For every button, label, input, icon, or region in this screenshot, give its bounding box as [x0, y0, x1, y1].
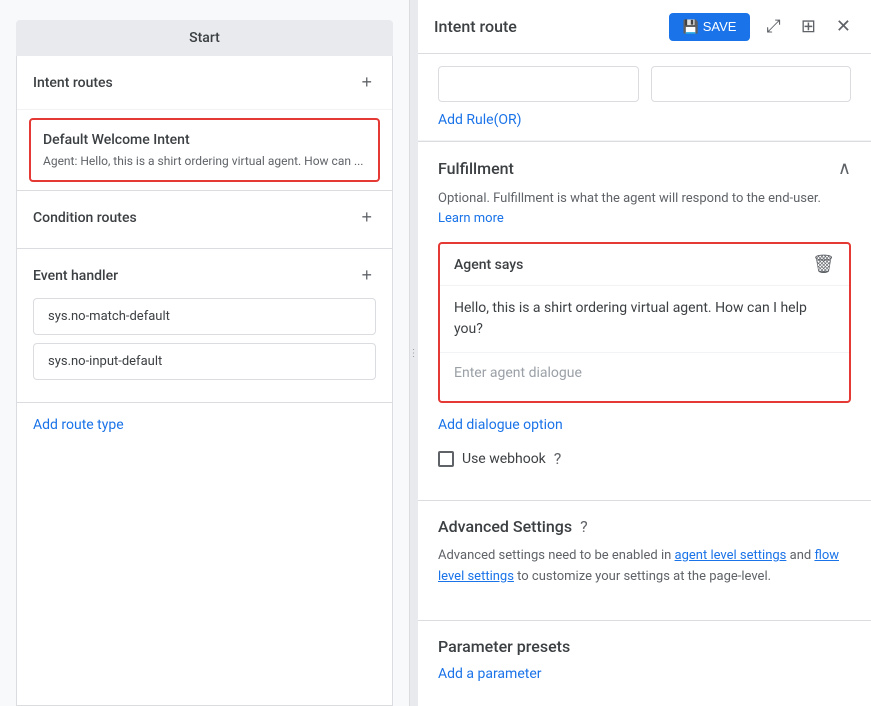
event-item-no-match[interactable]: sys.no-match-default — [33, 298, 376, 335]
close-icon: ✕ — [836, 16, 851, 36]
start-header: Start — [16, 20, 393, 56]
event-handler-header: Event handler + — [33, 263, 376, 288]
use-webhook-checkbox[interactable] — [438, 451, 454, 467]
add-parameter-link[interactable]: Add a parameter — [438, 666, 542, 682]
advanced-title-row: Advanced Settings ? — [438, 517, 851, 536]
fulfillment-collapse-button[interactable]: ∧ — [838, 158, 851, 179]
advanced-settings-help-icon[interactable]: ? — [580, 517, 588, 536]
intent-routes-title: Intent routes — [33, 75, 113, 91]
default-welcome-intent-card[interactable]: Default Welcome Intent Agent: Hello, thi… — [29, 118, 380, 182]
advanced-settings-title: Advanced Settings — [438, 517, 572, 536]
expand-icon: ⤢ — [766, 16, 780, 36]
advanced-desc-and: and — [790, 548, 815, 563]
webhook-label: Use webhook — [462, 451, 546, 467]
split-icon-button[interactable]: ⊞ — [797, 12, 820, 41]
advanced-desc-text: Advanced settings need to be enabled in — [438, 548, 675, 563]
event-handler-title: Event handler — [33, 268, 118, 284]
intent-routes-header: Intent routes + — [17, 56, 392, 110]
split-icon: ⊞ — [801, 16, 816, 36]
agent-says-title: Agent says — [454, 257, 523, 273]
add-condition-route-button[interactable]: + — [357, 205, 376, 230]
add-route-type-link[interactable]: Add route type — [17, 402, 392, 447]
fulfillment-title: Fulfillment — [438, 159, 514, 178]
condition-routes-header: Condition routes + — [33, 205, 376, 230]
rule-input-2[interactable] — [651, 66, 852, 102]
parameter-presets-title: Parameter presets — [438, 637, 851, 656]
agent-says-header: Agent says 🗑 — [440, 244, 849, 286]
advanced-settings-description: Advanced settings need to be enabled in … — [438, 546, 851, 588]
agent-level-settings-link[interactable]: agent level settings — [675, 548, 787, 563]
agent-message: Hello, this is a shirt ordering virtual … — [440, 286, 849, 353]
fulfillment-section: Fulfillment ∧ Optional. Fulfillment is w… — [418, 141, 871, 500]
close-button[interactable]: ✕ — [832, 12, 855, 41]
save-label: SAVE — [703, 19, 737, 34]
fulfillment-title-row: Fulfillment ∧ — [438, 158, 851, 179]
delete-icon[interactable]: 🗑 — [812, 254, 835, 275]
condition-routes-title: Condition routes — [33, 210, 137, 226]
right-panel: Intent route 💾 SAVE ⤢ ⊞ ✕ Add Rule(OR) F… — [418, 0, 871, 706]
left-content: Intent routes + Default Welcome Intent A… — [16, 56, 393, 706]
event-handler-section: Event handler + sys.no-match-default sys… — [17, 248, 392, 402]
save-icon: 💾 — [683, 19, 699, 35]
right-header: Intent route 💾 SAVE ⤢ ⊞ ✕ — [418, 0, 871, 54]
parameter-presets-section: Parameter presets Add a parameter — [418, 620, 871, 698]
expand-icon-button[interactable]: ⤢ — [762, 12, 784, 41]
right-panel-title: Intent route — [434, 17, 657, 36]
event-item-no-input[interactable]: sys.no-input-default — [33, 343, 376, 380]
fulfillment-description: Optional. Fulfillment is what the agent … — [438, 189, 851, 228]
condition-routes-section: Condition routes + — [17, 190, 392, 248]
add-rule-section: Add Rule(OR) — [418, 54, 871, 141]
rule-input-1[interactable] — [438, 66, 639, 102]
advanced-settings-section: Advanced Settings ? Advanced settings ne… — [418, 500, 871, 620]
fulfillment-desc-text: Optional. Fulfillment is what the agent … — [438, 191, 821, 206]
left-panel: Start Intent routes + Default Welcome In… — [0, 0, 410, 706]
panel-divider: ⋮ — [410, 0, 418, 706]
add-event-handler-button[interactable]: + — [357, 263, 376, 288]
add-dialogue-option-link[interactable]: Add dialogue option — [438, 417, 851, 433]
input-row — [438, 66, 851, 102]
save-button[interactable]: 💾 SAVE — [669, 13, 751, 41]
intent-route-subtitle: Agent: Hello, this is a shirt ordering v… — [43, 154, 366, 168]
advanced-desc-suffix: to customize your settings at the page-l… — [517, 569, 771, 584]
agent-says-card: Agent says 🗑 Hello, this is a shirt orde… — [438, 242, 851, 403]
intent-route-title: Default Welcome Intent — [43, 132, 366, 148]
right-body: Add Rule(OR) Fulfillment ∧ Optional. Ful… — [418, 54, 871, 706]
add-intent-route-button[interactable]: + — [357, 70, 376, 95]
webhook-help-icon[interactable]: ? — [554, 449, 562, 468]
learn-more-link[interactable]: Learn more — [438, 211, 504, 226]
agent-dialogue-input[interactable]: Enter agent dialogue — [440, 353, 849, 401]
webhook-row: Use webhook ? — [438, 449, 851, 468]
add-rule-link[interactable]: Add Rule(OR) — [438, 112, 522, 128]
